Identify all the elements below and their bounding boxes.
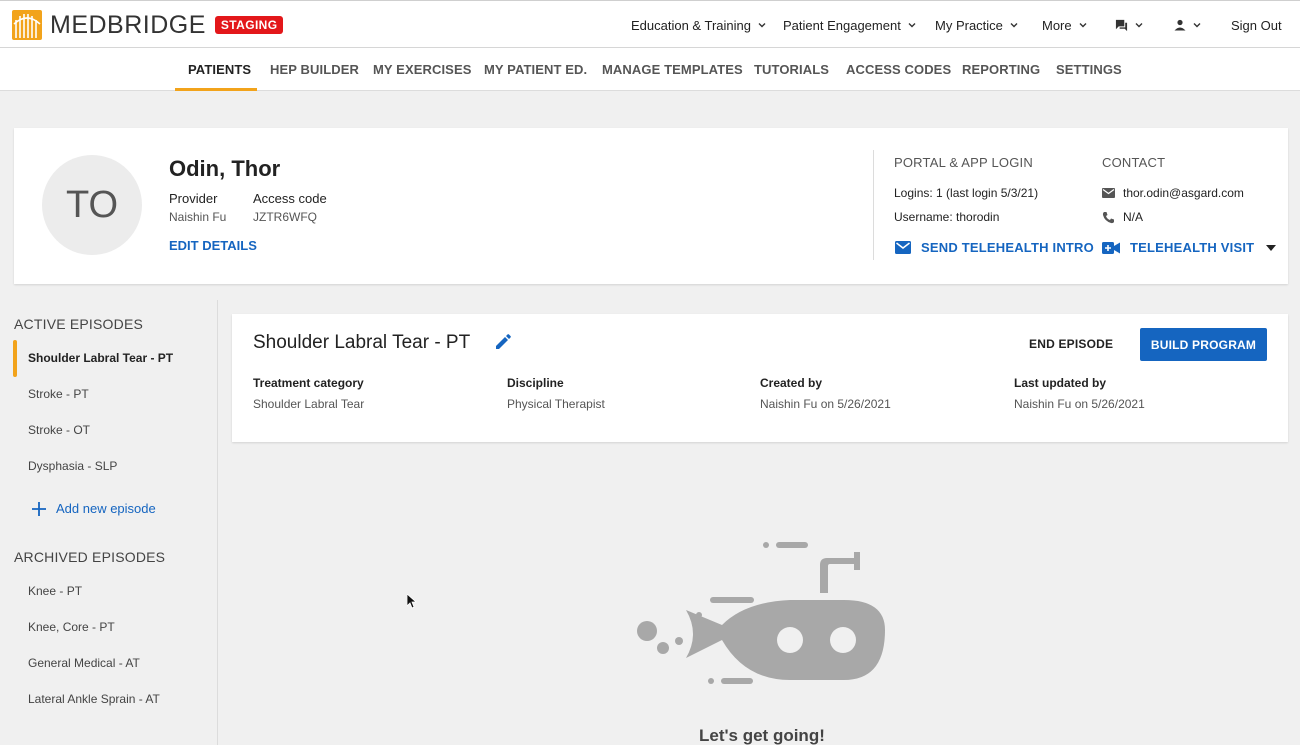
chevron-down-icon: [758, 23, 766, 28]
card-divider: [873, 150, 874, 260]
tab-tutorials[interactable]: TUTORIALS: [754, 48, 829, 91]
medbridge-logo-icon: [12, 10, 42, 40]
contact-phone: N/A: [1123, 210, 1144, 224]
pencil-icon[interactable]: [494, 333, 512, 351]
chevron-down-icon: [1010, 23, 1018, 28]
mail-icon: [895, 241, 911, 254]
access-code-label: Access code: [253, 191, 327, 206]
tab-access-codes[interactable]: ACCESS CODES: [846, 48, 951, 91]
staging-badge: STAGING: [214, 16, 284, 34]
mouse-cursor-icon: [407, 594, 417, 609]
contact-email[interactable]: thor.odin@asgard.com: [1123, 186, 1244, 200]
nav-more[interactable]: More: [1042, 1, 1088, 49]
nav-more-label: More: [1042, 17, 1072, 33]
phone-icon: [1102, 211, 1114, 223]
empty-state-message: Let's get going!: [699, 726, 825, 745]
end-episode-button[interactable]: END EPISODE: [1029, 337, 1113, 351]
tab-settings[interactable]: SETTINGS: [1056, 48, 1122, 91]
avatar-initials: TO: [65, 183, 119, 226]
chevron-down-icon: [908, 23, 916, 28]
nav-my-practice[interactable]: My Practice: [935, 1, 1019, 49]
chevron-down-icon: [1135, 23, 1143, 28]
episode-item[interactable]: Dysphasia - SLP: [28, 459, 117, 473]
telehealth-visit-label: TELEHEALTH VISIT: [1130, 240, 1255, 255]
caret-down-icon: [1266, 244, 1277, 251]
patient-summary-card: TO Odin, Thor Provider Naishin Fu Access…: [14, 128, 1288, 284]
tab-manage-templates[interactable]: MANAGE TEMPLATES: [602, 48, 743, 91]
chevron-down-icon: [1193, 23, 1201, 28]
add-new-episode-button[interactable]: Add new episode: [32, 501, 156, 516]
avatar: TO: [42, 155, 142, 255]
episodes-sidebar: [0, 300, 218, 745]
last-updated-value: Naishin Fu on 5/26/2021: [1014, 397, 1145, 411]
send-intro-label: SEND TELEHEALTH INTRO: [921, 240, 1094, 255]
episode-item[interactable]: Stroke - PT: [28, 387, 89, 401]
chevron-down-icon: [1079, 23, 1087, 28]
nav-patient-engagement[interactable]: Patient Engagement: [783, 1, 917, 49]
episode-item[interactable]: Stroke - OT: [28, 423, 90, 437]
tab-my-exercises[interactable]: MY EXERCISES: [373, 48, 472, 91]
edit-details-link[interactable]: EDIT DETAILS: [169, 238, 257, 253]
episode-title: Shoulder Labral Tear - PT: [253, 332, 471, 353]
treatment-category-label: Treatment category: [253, 376, 364, 390]
archived-episode-item[interactable]: Knee - PT: [28, 584, 82, 598]
video-camera-icon: [1102, 241, 1120, 254]
user-icon: [1174, 19, 1186, 31]
chat-icon: [1115, 19, 1128, 31]
top-header: MEDBRIDGE STAGING Education & Training P…: [0, 0, 1300, 48]
active-episodes-heading: ACTIVE EPISODES: [14, 316, 144, 332]
active-tab-indicator: [175, 88, 257, 91]
contact-email-row: thor.odin@asgard.com: [1102, 186, 1244, 200]
last-updated-label: Last updated by: [1014, 376, 1107, 390]
provider-value: Naishin Fu: [169, 210, 227, 224]
provider-label: Provider: [169, 191, 218, 206]
plus-icon: [32, 501, 46, 516]
nav-education-training[interactable]: Education & Training: [631, 1, 767, 49]
episode-detail-card: Shoulder Labral Tear - PT END EPISODE BU…: [232, 314, 1288, 442]
email-icon: [1102, 188, 1115, 198]
episode-item-active[interactable]: Shoulder Labral Tear - PT: [28, 351, 173, 365]
contact-heading: CONTACT: [1102, 155, 1166, 170]
portal-heading: PORTAL & APP LOGIN: [894, 155, 1033, 170]
archived-episode-item[interactable]: Knee, Core - PT: [28, 620, 115, 634]
username-info: Username: thorodin: [894, 210, 1000, 224]
archived-episodes-heading: ARCHIVED EPISODES: [14, 549, 166, 565]
contact-phone-row: N/A: [1102, 210, 1143, 224]
nav-account[interactable]: [1174, 1, 1202, 49]
sign-out-link[interactable]: Sign Out: [1231, 1, 1282, 49]
discipline-value: Physical Therapist: [507, 397, 605, 411]
access-code-value: JZTR6WFQ: [253, 210, 317, 224]
logins-info: Logins: 1 (last login 5/3/21): [894, 186, 1039, 200]
nav-practice-label: My Practice: [935, 17, 1003, 33]
patient-name: Odin, Thor: [169, 156, 281, 181]
active-episode-indicator: [13, 340, 17, 377]
archived-episode-item[interactable]: General Medical - AT: [28, 656, 140, 670]
main-tabs: PATIENTS HEP BUILDER MY EXERCISES MY PAT…: [0, 48, 1300, 91]
tab-patients[interactable]: PATIENTS: [188, 48, 251, 91]
telehealth-visit-button[interactable]: TELEHEALTH VISIT: [1102, 240, 1286, 255]
add-episode-label: Add new episode: [56, 501, 156, 516]
submarine-illustration: [637, 542, 885, 684]
tab-hep-builder[interactable]: HEP BUILDER: [270, 48, 359, 91]
discipline-label: Discipline: [507, 376, 564, 390]
archived-episode-item[interactable]: Lateral Ankle Sprain - AT: [28, 692, 160, 706]
treatment-category-value: Shoulder Labral Tear: [253, 397, 365, 411]
nav-messages[interactable]: [1115, 1, 1144, 49]
created-by-value: Naishin Fu on 5/26/2021: [760, 397, 891, 411]
tab-reporting[interactable]: REPORTING: [962, 48, 1040, 91]
nav-education-label: Education & Training: [631, 17, 751, 33]
created-by-label: Created by: [760, 376, 823, 390]
tab-my-patient-ed[interactable]: MY PATIENT ED.: [484, 48, 587, 91]
send-telehealth-intro-button[interactable]: SEND TELEHEALTH INTRO: [895, 240, 1094, 255]
nav-engagement-label: Patient Engagement: [783, 17, 901, 33]
brand-name: MEDBRIDGE: [50, 10, 206, 39]
build-program-button[interactable]: BUILD PROGRAM: [1140, 328, 1267, 361]
brand-logo[interactable]: MEDBRIDGE STAGING: [12, 10, 284, 40]
